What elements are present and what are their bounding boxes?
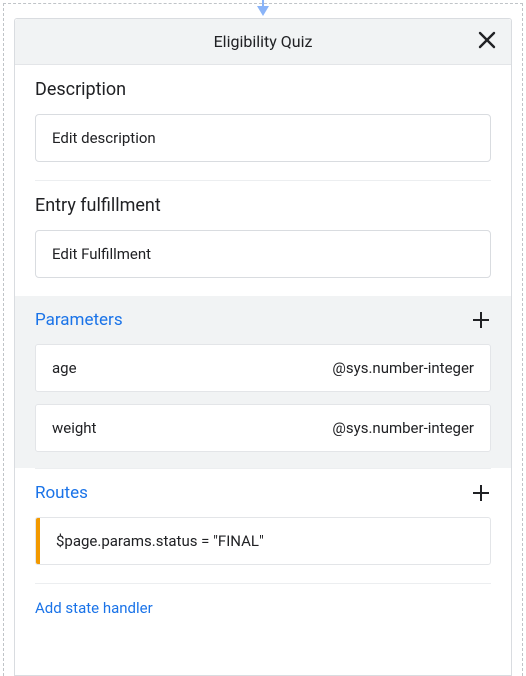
route-row[interactable]: $page.params.status = "FINAL" bbox=[35, 517, 491, 565]
entry-fulfillment-section: Entry fulfillment Edit Fulfillment bbox=[15, 181, 511, 296]
incoming-arrow-icon bbox=[253, 0, 273, 22]
parameter-type: @sys.number-integer bbox=[332, 419, 474, 437]
add-state-handler-button[interactable]: Add state handler bbox=[35, 599, 153, 617]
route-condition: $page.params.status = "FINAL" bbox=[40, 518, 280, 564]
routes-title[interactable]: Routes bbox=[35, 483, 88, 503]
edit-fulfillment-button[interactable]: Edit Fulfillment bbox=[35, 230, 491, 278]
add-route-button[interactable] bbox=[471, 483, 491, 503]
entry-fulfillment-title: Entry fulfillment bbox=[35, 195, 491, 216]
routes-section: Routes $page.params.status = "FINAL" bbox=[15, 469, 511, 583]
page-panel: Eligibility Quiz Description Edit descri… bbox=[14, 18, 512, 676]
parameters-title[interactable]: Parameters bbox=[35, 310, 123, 330]
parameter-row[interactable]: age @sys.number-integer bbox=[35, 344, 491, 392]
routes-header: Routes bbox=[35, 483, 491, 503]
close-icon bbox=[477, 30, 497, 50]
page-title: Eligibility Quiz bbox=[15, 32, 511, 51]
panel-header: Eligibility Quiz bbox=[15, 19, 511, 65]
edit-description-button[interactable]: Edit description bbox=[35, 114, 491, 162]
parameters-header: Parameters bbox=[35, 310, 491, 330]
state-handler-section: Add state handler bbox=[15, 584, 511, 627]
panel-content: Description Edit description Entry fulfi… bbox=[15, 65, 511, 627]
add-parameter-button[interactable] bbox=[471, 310, 491, 330]
plus-icon bbox=[471, 483, 491, 503]
parameter-type: @sys.number-integer bbox=[332, 359, 474, 377]
parameter-name: weight bbox=[52, 419, 96, 437]
description-title: Description bbox=[35, 79, 491, 100]
plus-icon bbox=[471, 310, 491, 330]
description-section: Description Edit description bbox=[15, 65, 511, 180]
close-button[interactable] bbox=[477, 30, 497, 54]
parameter-row[interactable]: weight @sys.number-integer bbox=[35, 404, 491, 452]
parameter-name: age bbox=[52, 359, 77, 377]
parameters-section: Parameters age @sys.number-integer weigh… bbox=[15, 296, 511, 468]
